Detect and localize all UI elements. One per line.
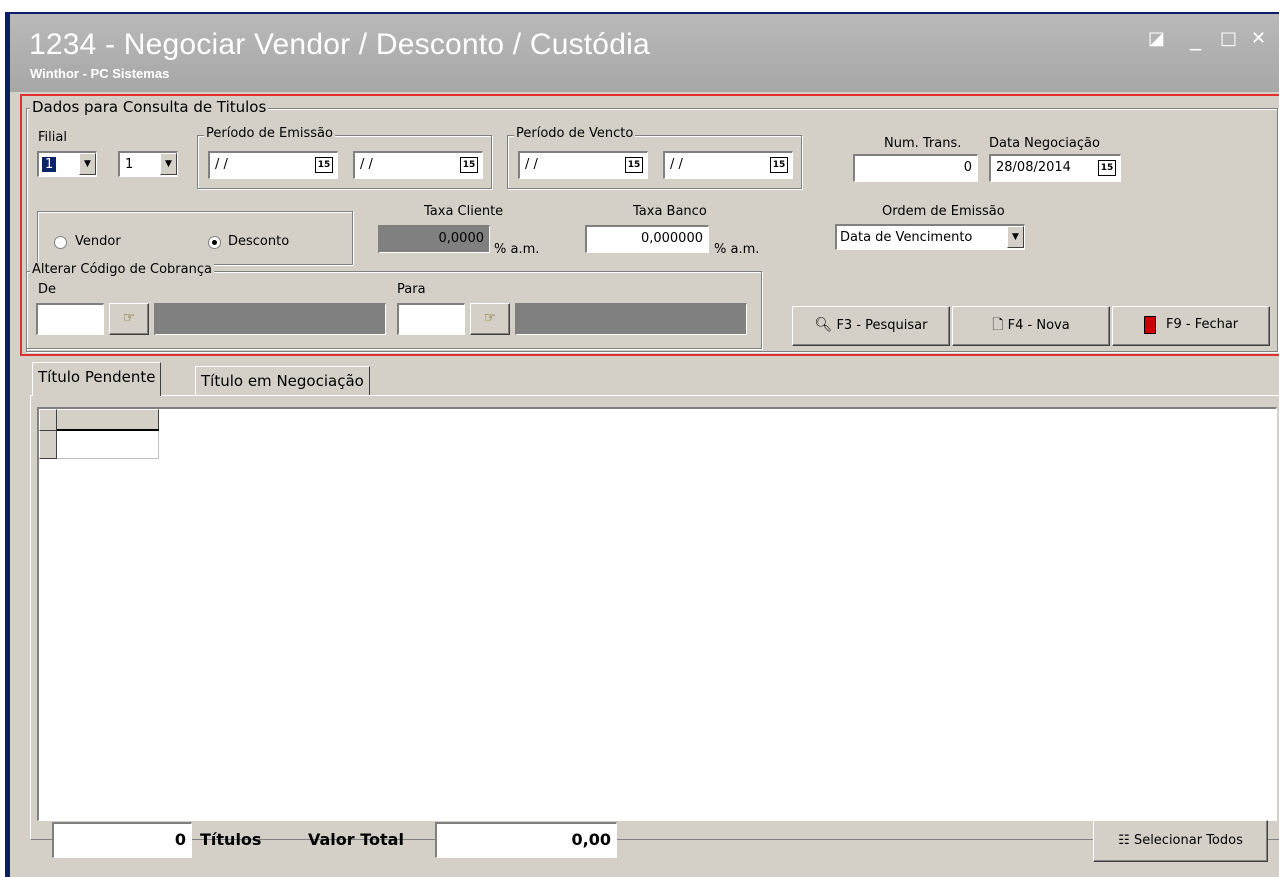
data-negociacao-label: Data Negociação	[989, 136, 1100, 151]
close-icon[interactable]: ✕	[1251, 28, 1266, 50]
hand-pointer-icon: ☞	[122, 310, 136, 326]
minimize-icon[interactable]: _	[1190, 28, 1201, 50]
exit-door-icon	[1143, 315, 1156, 334]
grid-corner-cell	[39, 409, 57, 431]
desconto-radio[interactable]	[208, 236, 221, 249]
window-title: 1234 - Negociar Vendor / Desconto / Cust…	[29, 28, 650, 61]
select-list-icon: ☷	[1118, 833, 1130, 848]
filial-label: Filial	[38, 130, 67, 145]
filial-select-1[interactable]: 1 ▼	[37, 151, 97, 177]
filial-select-2[interactable]: 1 ▼	[118, 151, 178, 177]
grid-row-header[interactable]	[39, 431, 57, 459]
data-negociacao-field[interactable]: 28/08/2014 15	[989, 154, 1121, 182]
dados-consulta-title: Dados para Consulta de Titulos	[30, 98, 269, 116]
alterar-cobranca-title: Alterar Código de Cobrança	[30, 262, 214, 277]
fechar-button[interactable]: F9 - Fechar	[1112, 306, 1270, 346]
taxa-cliente-field: 0,0000	[378, 225, 490, 253]
calendar-icon[interactable]: 15	[460, 157, 478, 173]
chevron-down-icon[interactable]: ▼	[160, 153, 177, 175]
vendor-label: Vendor	[75, 234, 121, 249]
emissao-from-field[interactable]: / / 15	[208, 151, 338, 179]
main-window: 1234 - Negociar Vendor / Desconto / Cust…	[5, 12, 1279, 877]
emissao-from-value: / /	[215, 157, 228, 172]
para-description-field	[515, 303, 747, 335]
vencto-to-field[interactable]: / / 15	[663, 151, 793, 179]
filial-value-2: 1	[125, 157, 134, 172]
selecionar-todos-label: Selecionar Todos	[1133, 833, 1243, 848]
tab-titulo-em-negociacao[interactable]: Título em Negociação	[195, 366, 370, 396]
periodo-emissao-title: Período de Emissão	[204, 126, 335, 141]
tab-titulo-pendente[interactable]: Título Pendente	[32, 362, 162, 396]
fechar-label: F9 - Fechar	[1165, 317, 1239, 332]
new-document-icon: 🗋	[992, 317, 1004, 333]
consulta-panel: Dados para Consulta de Titulos Filial 1 …	[20, 94, 1279, 356]
taxa-cliente-unit: % a.m.	[494, 242, 540, 257]
de-lookup-button[interactable]: ☞	[109, 303, 149, 335]
titulos-count-field: 0	[52, 822, 192, 858]
hand-pointer-icon: ☞	[483, 310, 497, 326]
titulos-grid[interactable]	[37, 407, 1277, 821]
grid-column-header[interactable]	[57, 409, 159, 431]
calendar-icon[interactable]: 15	[625, 157, 643, 173]
nova-label: F4 - Nova	[1007, 318, 1070, 333]
title-bar[interactable]: 1234 - Negociar Vendor / Desconto / Cust…	[10, 14, 1279, 92]
grid-cell[interactable]	[57, 431, 159, 459]
para-label: Para	[397, 282, 426, 297]
desconto-label: Desconto	[228, 234, 290, 249]
de-description-field	[154, 303, 386, 335]
pesquisar-label: F3 - Pesquisar	[836, 318, 928, 333]
periodo-vencto-title: Período de Vencto	[514, 126, 636, 141]
nova-button[interactable]: 🗋 F4 - Nova	[952, 306, 1110, 346]
ordem-emissao-value: Data de Vencimento	[840, 230, 973, 245]
vencto-from-field[interactable]: / / 15	[518, 151, 648, 179]
de-label: De	[38, 282, 57, 297]
vendor-radio[interactable]	[54, 236, 67, 249]
emissao-to-value: / /	[360, 157, 373, 172]
taxa-banco-label: Taxa Banco	[633, 204, 707, 219]
vencto-from-value: / /	[525, 157, 538, 172]
pesquisar-button[interactable]: 🔍︎ F3 - Pesquisar	[792, 306, 950, 346]
valor-total-label: Valor Total	[308, 830, 404, 849]
taxa-cliente-label: Taxa Cliente	[424, 204, 504, 219]
para-lookup-button[interactable]: ☞	[470, 303, 510, 335]
calendar-icon[interactable]: 15	[315, 157, 333, 173]
data-negociacao-value: 28/08/2014	[996, 160, 1071, 175]
para-code-field[interactable]	[397, 303, 465, 335]
de-code-field[interactable]	[36, 303, 104, 335]
vencto-to-value: / /	[670, 157, 683, 172]
taxa-banco-unit: % a.m.	[714, 242, 760, 257]
taxa-banco-field[interactable]: 0,000000	[585, 225, 709, 253]
filial-value-1: 1	[42, 157, 57, 172]
calendar-icon[interactable]: 15	[1098, 160, 1116, 176]
num-trans-field[interactable]: 0	[853, 154, 978, 182]
ordem-emissao-label: Ordem de Emissão	[882, 204, 1005, 219]
num-trans-label: Num. Trans.	[884, 136, 962, 151]
maximize-icon[interactable]: □	[1220, 28, 1237, 50]
window-subtitle: Winthor - PC Sistemas	[30, 66, 170, 81]
ordem-emissao-select[interactable]: Data de Vencimento ▼	[835, 224, 1025, 250]
restore-icon[interactable]: ◪	[1148, 28, 1165, 50]
calendar-icon[interactable]: 15	[770, 157, 788, 173]
emissao-to-field[interactable]: / / 15	[353, 151, 483, 179]
search-document-icon: 🔍︎	[814, 317, 833, 333]
valor-total-field: 0,00	[435, 822, 617, 858]
selecionar-todos-button[interactable]: ☷ Selecionar Todos	[1093, 820, 1268, 862]
chevron-down-icon[interactable]: ▼	[79, 153, 96, 175]
chevron-down-icon[interactable]: ▼	[1007, 226, 1024, 248]
titulos-label: Títulos	[200, 830, 262, 849]
